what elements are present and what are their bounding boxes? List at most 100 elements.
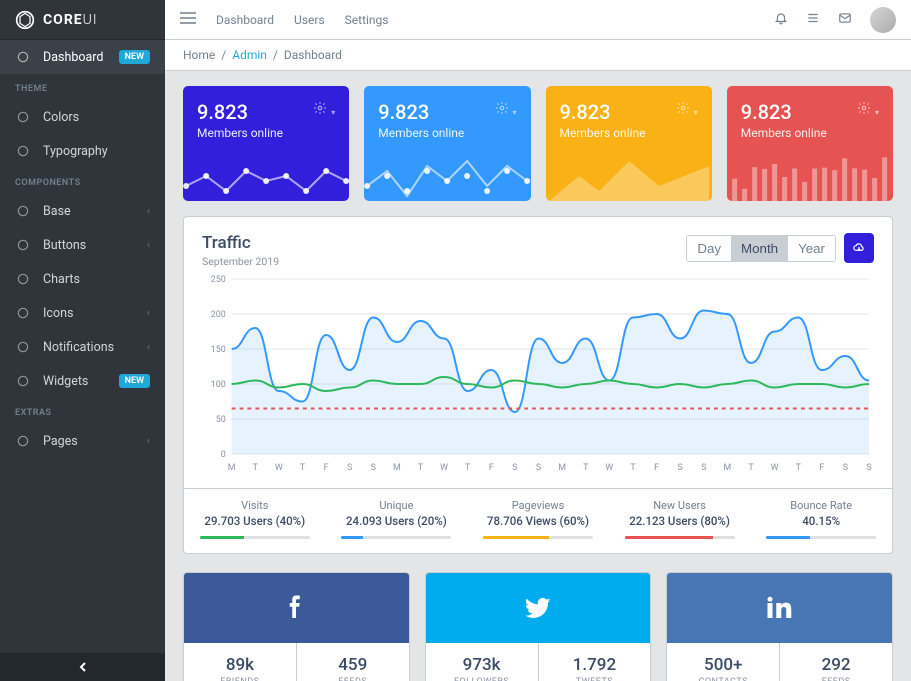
sidebar-item-notifications[interactable]: Notifications‹ <box>0 330 165 364</box>
social-icon-area[interactable] <box>426 573 651 643</box>
metric-value: 22.123 Users (80%) <box>615 514 745 528</box>
gear-icon <box>857 101 871 115</box>
envelope-icon <box>838 11 852 25</box>
social-right-caption: FEEDS <box>301 677 405 681</box>
topnav-dashboard[interactable]: Dashboard <box>216 13 274 27</box>
range-month-button[interactable]: Month <box>731 236 788 261</box>
card-settings-button[interactable]: ▾ <box>676 100 698 119</box>
puzzle-icon <box>15 203 31 219</box>
sidebar: COREUI Dashboard NEW THEMEColors Typography… <box>0 0 165 681</box>
card-settings-button[interactable]: ▾ <box>495 100 517 119</box>
menu-toggle-button[interactable] <box>180 12 196 27</box>
stat-card-4: 9.823Members online ▾ <box>727 86 893 201</box>
metric-visits: Visits29.703 Users (40%) <box>184 489 326 553</box>
svg-text:F: F <box>489 463 494 473</box>
sidebar-item-dashboard[interactable]: Dashboard NEW <box>0 40 165 74</box>
topbar: Dashboard Users Settings <box>165 0 911 40</box>
metric-progress <box>341 536 451 539</box>
chevron-left-icon <box>78 662 88 672</box>
date-range-group: DayMonthYear <box>686 235 836 262</box>
svg-text:T: T <box>583 463 589 473</box>
nav-section-title: THEME <box>0 74 165 100</box>
list-icon <box>806 11 820 25</box>
svg-text:T: T <box>796 463 802 473</box>
cursor-icon <box>15 237 31 253</box>
hamburger-icon <box>180 12 196 24</box>
svg-text:T: T <box>253 463 259 473</box>
stat-label: Members online <box>560 126 698 140</box>
sidebar-item-buttons[interactable]: Buttons ‹ <box>0 228 165 262</box>
sidebar-item-widgets[interactable]: Widgets NEW <box>0 364 165 398</box>
chevron-left-icon: ‹ <box>147 240 150 251</box>
social-left-value: 500+ <box>671 655 775 675</box>
social-right-caption: FEEDS <box>784 677 888 681</box>
topnav-settings[interactable]: Settings <box>345 13 389 27</box>
traffic-chart: 050100150200250MTWTFSSMTWTFSSMTWTFSSMTWT… <box>202 274 874 474</box>
stat-label: Members online <box>197 126 335 140</box>
pie-chart-icon <box>15 271 31 287</box>
stat-label: Members online <box>378 126 516 140</box>
user-avatar[interactable] <box>870 7 896 33</box>
stat-card-1: 9.823Members online ▾ <box>183 86 349 201</box>
metric-title: Pageviews <box>473 499 603 512</box>
sidebar-item-label: Widgets <box>43 374 88 389</box>
gear-icon <box>676 101 690 115</box>
social-icon-area[interactable] <box>184 573 409 643</box>
social-left-caption: CONTACTS <box>671 677 775 681</box>
svg-text:W: W <box>605 463 613 473</box>
chevron-left-icon: ‹ <box>147 436 150 447</box>
metric-value: 24.093 Users (20%) <box>332 514 462 528</box>
traffic-title: Traffic <box>202 233 279 253</box>
svg-text:T: T <box>465 463 471 473</box>
stat-card-3: 9.823Members online ▾ <box>546 86 712 201</box>
sidebar-minimize-button[interactable] <box>0 653 165 681</box>
sidebar-item-base[interactable]: Base‹ <box>0 194 165 228</box>
breadcrumb-admin[interactable]: Admin <box>232 48 267 62</box>
social-icon-area[interactable] <box>667 573 892 643</box>
card-settings-button[interactable]: ▾ <box>313 100 335 119</box>
brand[interactable]: COREUI <box>0 0 165 40</box>
chevron-left-icon: ‹ <box>147 206 150 217</box>
sidebar-item-label: Dashboard <box>43 50 103 65</box>
sidebar-item-charts[interactable]: Charts <box>0 262 165 296</box>
chevron-left-icon: ‹ <box>147 342 150 353</box>
new-badge: NEW <box>119 50 150 64</box>
bell-icon <box>774 11 788 25</box>
sidebar-item-label: Buttons <box>43 238 86 253</box>
star-icon <box>15 305 31 321</box>
sidebar-item-colors[interactable]: Colors <box>0 100 165 134</box>
card-settings-button[interactable]: ▾ <box>857 100 879 119</box>
social-card-tw: 973kFOLLOWERS1.792TWEETS <box>425 572 652 681</box>
speedometer-icon <box>15 49 31 65</box>
metric-bounce-rate: Bounce Rate40.15% <box>750 489 892 553</box>
sidebar-item-typography[interactable]: Typography <box>0 134 165 168</box>
sidebar-item-pages[interactable]: Pages‹ <box>0 424 165 458</box>
brand-text: COREUI <box>43 12 98 28</box>
range-year-button[interactable]: Year <box>788 236 835 261</box>
sidebar-item-icons[interactable]: Icons‹ <box>0 296 165 330</box>
breadcrumb-home[interactable]: Home <box>183 48 215 62</box>
tasks-button[interactable] <box>806 11 820 28</box>
stat-card-2: 9.823Members online ▾ <box>364 86 530 201</box>
svg-text:S: S <box>701 463 706 473</box>
metric-unique: Unique24.093 Users (20%) <box>326 489 468 553</box>
pencil-icon <box>15 143 31 159</box>
svg-text:W: W <box>771 463 779 473</box>
brand-logo-icon <box>15 10 35 30</box>
social-right-value: 292 <box>784 655 888 675</box>
tw-icon <box>523 593 553 623</box>
social-card-fb: 89kFRIENDS459FEEDS <box>183 572 410 681</box>
new-badge: NEW <box>119 374 150 388</box>
download-button[interactable] <box>844 233 874 263</box>
cloud-download-icon <box>852 241 866 255</box>
sidebar-item-label: Typography <box>43 144 108 159</box>
messages-button[interactable] <box>838 11 852 28</box>
gear-icon <box>313 101 327 115</box>
topnav-users[interactable]: Users <box>294 13 325 27</box>
notifications-button[interactable] <box>774 11 788 28</box>
metric-progress <box>200 536 310 539</box>
bell-icon <box>15 339 31 355</box>
range-day-button[interactable]: Day <box>687 236 731 261</box>
svg-text:T: T <box>748 463 754 473</box>
stat-label: Members online <box>741 126 879 140</box>
